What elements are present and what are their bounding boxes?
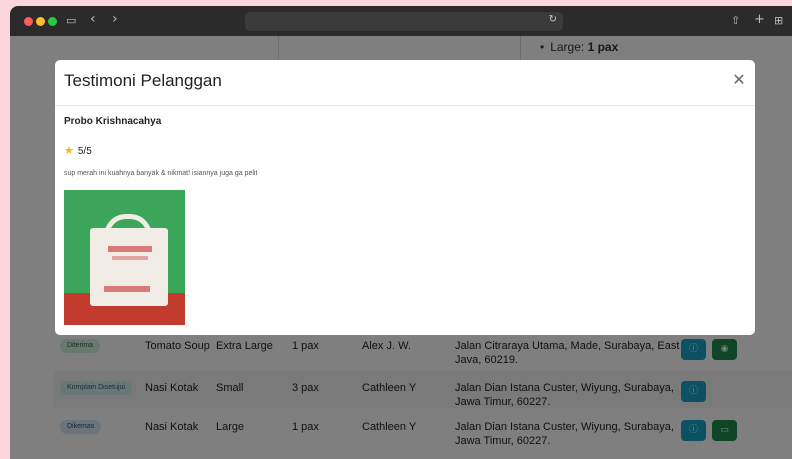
address-bar[interactable]: ↻ — [245, 12, 563, 31]
reload-icon[interactable]: ↻ — [549, 14, 557, 25]
testimonial-modal: Testimoni Pelanggan ✕ Probo Krishnacahya… — [55, 60, 755, 335]
rating: ★ 5/5 — [64, 144, 92, 157]
bag-print — [112, 256, 148, 260]
modal-header: Testimoni Pelanggan ✕ — [55, 60, 755, 106]
tab-overview-icon[interactable]: ⊞ — [774, 14, 783, 28]
orders-page: •Large: 1 pax Diterima Tomato Soup Extra… — [10, 36, 792, 459]
new-tab-icon[interactable]: + — [754, 13, 765, 27]
testimonial-photo — [64, 190, 185, 325]
sidebar-icon[interactable]: ▭ — [66, 14, 76, 28]
star-icon: ★ — [64, 144, 74, 157]
forward-icon[interactable]: › — [112, 12, 118, 26]
browser-titlebar: ▭ ‹ › ↻ ⇧ + ⊞ — [10, 6, 792, 36]
close-icon[interactable]: ✕ — [731, 72, 747, 88]
zoom-window-button[interactable] — [48, 17, 57, 26]
bag-body — [90, 228, 168, 306]
close-window-button[interactable] — [24, 17, 33, 26]
bag-print — [104, 286, 150, 292]
modal-title: Testimoni Pelanggan — [64, 71, 222, 90]
rating-value: 5/5 — [77, 146, 92, 157]
testimonial-text: sup merah ini kuahnya banyak & nikmat! i… — [64, 170, 258, 177]
share-icon[interactable]: ⇧ — [731, 14, 740, 28]
back-icon[interactable]: ‹ — [90, 12, 96, 26]
bag-print — [108, 246, 152, 252]
browser-window: ▭ ‹ › ↻ ⇧ + ⊞ •Large: 1 pax Diterima Tom… — [10, 6, 792, 459]
customer-name: Probo Krishnacahya — [64, 116, 162, 127]
minimize-window-button[interactable] — [36, 17, 45, 26]
